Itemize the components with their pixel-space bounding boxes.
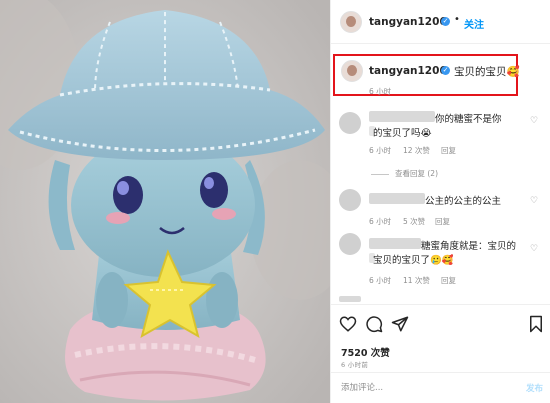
post-button[interactable]: 发布 [526, 382, 543, 394]
comment-time: 6 小时 [369, 276, 392, 285]
view-replies-button[interactable]: 查看回复 (2) [371, 168, 438, 179]
comment-text: 公主的公主的公主 [425, 196, 502, 207]
header-username[interactable]: tangyan1206 [369, 16, 447, 28]
comment-likes[interactable]: 12 次赞 [403, 145, 430, 156]
blurred-username [369, 111, 435, 122]
comment-like-heart-icon[interactable]: ♡ [529, 116, 539, 126]
comment-reply-button[interactable]: 回复 [441, 275, 456, 286]
caption-text: 宝贝的宝贝🥰 [454, 66, 520, 78]
separator-dot: • [454, 14, 460, 25]
bookmark-icon[interactable] [527, 315, 545, 333]
verified-badge-icon: ✓ [441, 17, 450, 26]
comment-like-heart-icon[interactable]: ♡ [529, 196, 539, 206]
comment-text: 宝贝的宝贝了🥲🥰 [373, 255, 454, 266]
blurred-username [339, 296, 361, 302]
posted-time: 6 小时前 [341, 361, 369, 369]
comment-reply-button[interactable]: 回复 [441, 145, 456, 156]
comment-time: 6 小时 [369, 146, 392, 155]
avatar[interactable] [340, 11, 362, 33]
paper-plane-icon[interactable] [391, 315, 409, 333]
caption-username[interactable]: tangyan1206 [369, 65, 447, 77]
action-bar [331, 304, 550, 340]
comment-icon[interactable] [365, 315, 383, 333]
blurred-username [369, 193, 425, 204]
post-details-panel: tangyan1206 ✓ • 关注 tangyan1206 ✓ 宝贝的宝贝🥰 … [330, 0, 550, 403]
comment-likes[interactable]: 11 次赞 [403, 275, 430, 286]
comment-avatar[interactable] [339, 233, 361, 255]
comment-time: 6 小时 [369, 217, 392, 226]
post-header: tangyan1206 ✓ • 关注 [331, 0, 550, 44]
comment-reply-button[interactable]: 回复 [435, 216, 450, 227]
caption-time: 6 小时 [369, 87, 392, 96]
comment-likes[interactable]: 5 次赞 [403, 216, 425, 227]
heart-icon[interactable] [339, 315, 357, 333]
doll-illustration [0, 0, 330, 403]
likes-count[interactable]: 7520 次赞 [341, 345, 390, 359]
comment-text: 的宝贝了吗😭 [373, 128, 432, 139]
view-replies-label: 查看回复 (2) [395, 169, 439, 178]
blurred-username [369, 238, 421, 249]
comment-text: 你的糖蜜不是你 [435, 114, 502, 125]
comment-like-heart-icon[interactable]: ♡ [529, 244, 539, 254]
add-comment-bar: 发布 [331, 372, 550, 403]
verified-badge-icon: ✓ [441, 66, 450, 75]
post-photo[interactable] [0, 0, 330, 403]
comment-avatar[interactable] [339, 189, 361, 211]
comment-text: 糖蜜角度就是：宝贝的 [421, 241, 517, 252]
follow-button[interactable]: 关注 [464, 16, 484, 31]
replies-divider [371, 173, 389, 175]
comment-avatar[interactable] [339, 112, 361, 134]
caption-avatar[interactable] [341, 60, 363, 82]
comment-input[interactable] [341, 381, 501, 395]
